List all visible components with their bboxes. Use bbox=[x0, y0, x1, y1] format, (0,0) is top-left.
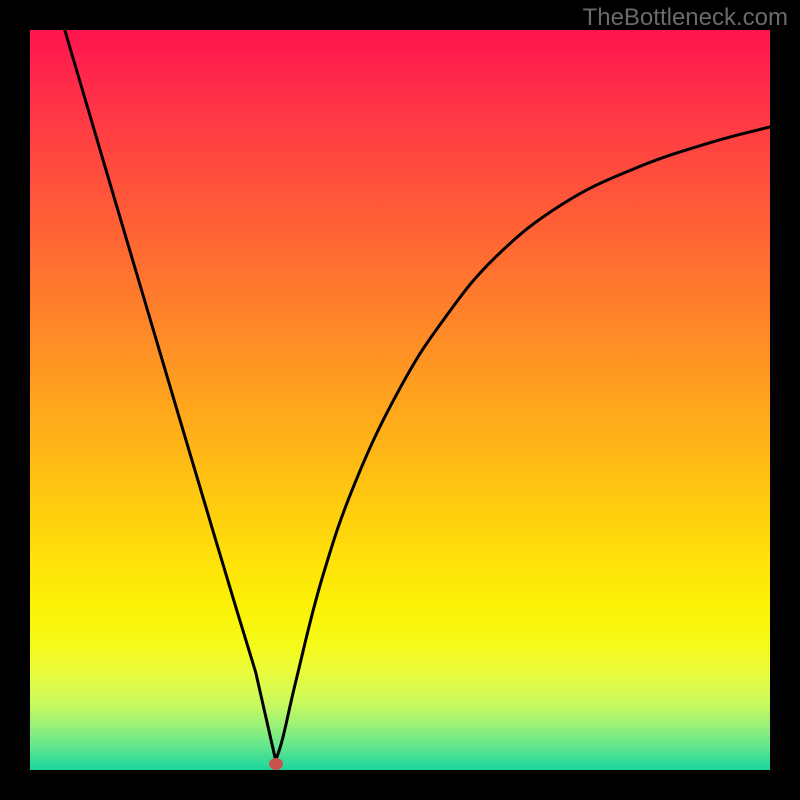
curve-path bbox=[65, 30, 770, 760]
watermark-text: TheBottleneck.com bbox=[583, 4, 788, 32]
bottleneck-curve bbox=[30, 30, 770, 770]
chart-stage: { "watermark": { "text": "TheBottleneck.… bbox=[0, 0, 800, 800]
minimum-marker-dot bbox=[269, 758, 283, 770]
